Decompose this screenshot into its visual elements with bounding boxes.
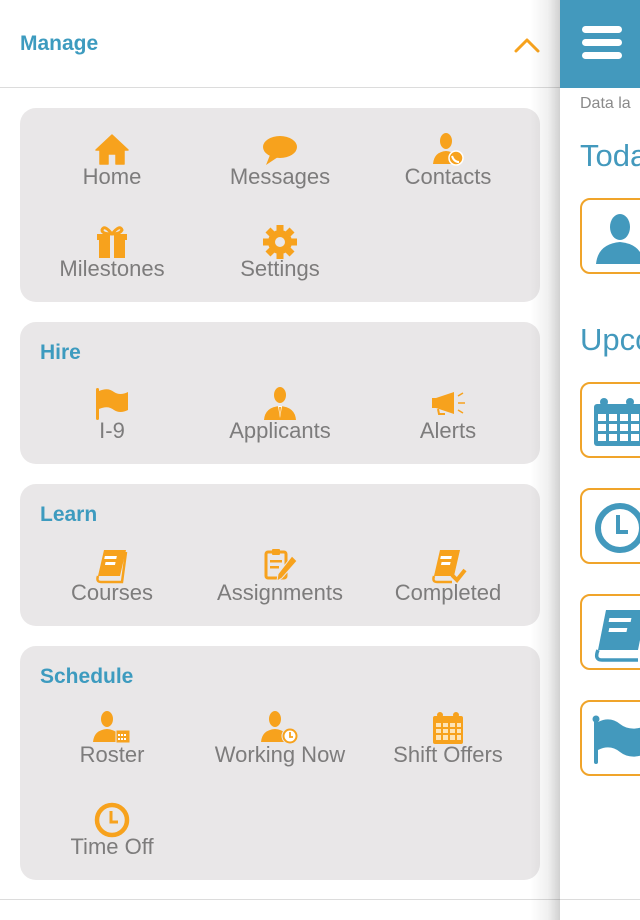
section-title-schedule: Schedule: [40, 665, 134, 688]
section-title-learn: Learn: [40, 503, 98, 526]
menu-item-label: Contacts: [404, 164, 492, 189]
menu-item-label: Settings: [240, 256, 320, 281]
book-icon: [594, 610, 640, 662]
menu-item-courses[interactable]: Courses: [25, 546, 199, 626]
person-icon: [596, 214, 640, 264]
upcoming-heading: Upco: [580, 322, 640, 357]
divider: [0, 899, 560, 900]
calendar-icon: [594, 398, 640, 446]
menu-item-label: Completed: [394, 580, 502, 605]
menu-item-completed[interactable]: Completed: [361, 546, 535, 626]
menu-item-i9[interactable]: I-9: [25, 384, 199, 464]
data-note: Data la: [580, 95, 631, 112]
hire-card: Hire I-9 Applicants Alerts: [20, 322, 540, 464]
drawer-shadow: [530, 0, 560, 920]
upcoming-item-flag[interactable]: [580, 700, 640, 776]
drawer-header: Manage: [0, 0, 560, 88]
menu-item-label: Applicants: [229, 418, 331, 443]
divider: [560, 899, 640, 900]
menu-item-settings[interactable]: Settings: [193, 222, 367, 302]
upcoming-item-book[interactable]: [580, 594, 640, 670]
menu-item-working-now[interactable]: Working Now: [193, 708, 367, 788]
menu-item-milestones[interactable]: Milestones: [25, 222, 199, 302]
upcoming-item-calendar[interactable]: [580, 382, 640, 458]
clock-icon: [595, 503, 640, 553]
menu-item-applicants[interactable]: Applicants: [193, 384, 367, 464]
top-bar: [560, 0, 640, 88]
upcoming-item-clock[interactable]: [580, 488, 640, 564]
menu-item-label: Time Off: [70, 834, 154, 859]
menu-item-label: Messages: [229, 164, 331, 189]
today-item-person[interactable]: [580, 198, 640, 274]
menu-item-label: Working Now: [214, 742, 346, 767]
schedule-card: Schedule Roster Working Now Shift Offers…: [20, 646, 540, 880]
drawer-title: Manage: [20, 32, 99, 55]
menu-item-home[interactable]: Home: [25, 130, 199, 210]
today-heading: Toda: [580, 138, 640, 173]
menu-item-label: Shift Offers: [393, 742, 503, 767]
menu-item-contacts[interactable]: Contacts: [361, 130, 535, 210]
menu-item-time-off[interactable]: Time Off: [25, 800, 199, 880]
menu-item-shift-offers[interactable]: Shift Offers: [361, 708, 535, 788]
menu-item-label: Courses: [71, 580, 153, 605]
menu-item-label: Roster: [79, 742, 145, 767]
menu-item-label: Home: [82, 164, 142, 189]
menu-item-alerts[interactable]: Alerts: [361, 384, 535, 464]
menu-item-label: Milestones: [59, 256, 165, 281]
menu-item-assignments[interactable]: Assignments: [193, 546, 367, 626]
menu-item-roster[interactable]: Roster: [25, 708, 199, 788]
navigation-drawer: Manage Home Messages Contacts Milestones…: [0, 0, 560, 920]
hamburger-menu-icon[interactable]: [582, 26, 622, 62]
menu-item-label: I-9: [99, 418, 125, 443]
manage-card: Home Messages Contacts Milestones Settin…: [20, 108, 540, 302]
menu-item-label: Alerts: [419, 418, 477, 443]
section-title-hire: Hire: [40, 341, 81, 364]
flag-icon: [592, 715, 640, 764]
main-content: Data la Toda Upco: [560, 0, 640, 920]
menu-item-messages[interactable]: Messages: [193, 130, 367, 210]
menu-item-label: Assignments: [217, 580, 343, 605]
learn-card: Learn Courses Assignments Completed: [20, 484, 540, 626]
